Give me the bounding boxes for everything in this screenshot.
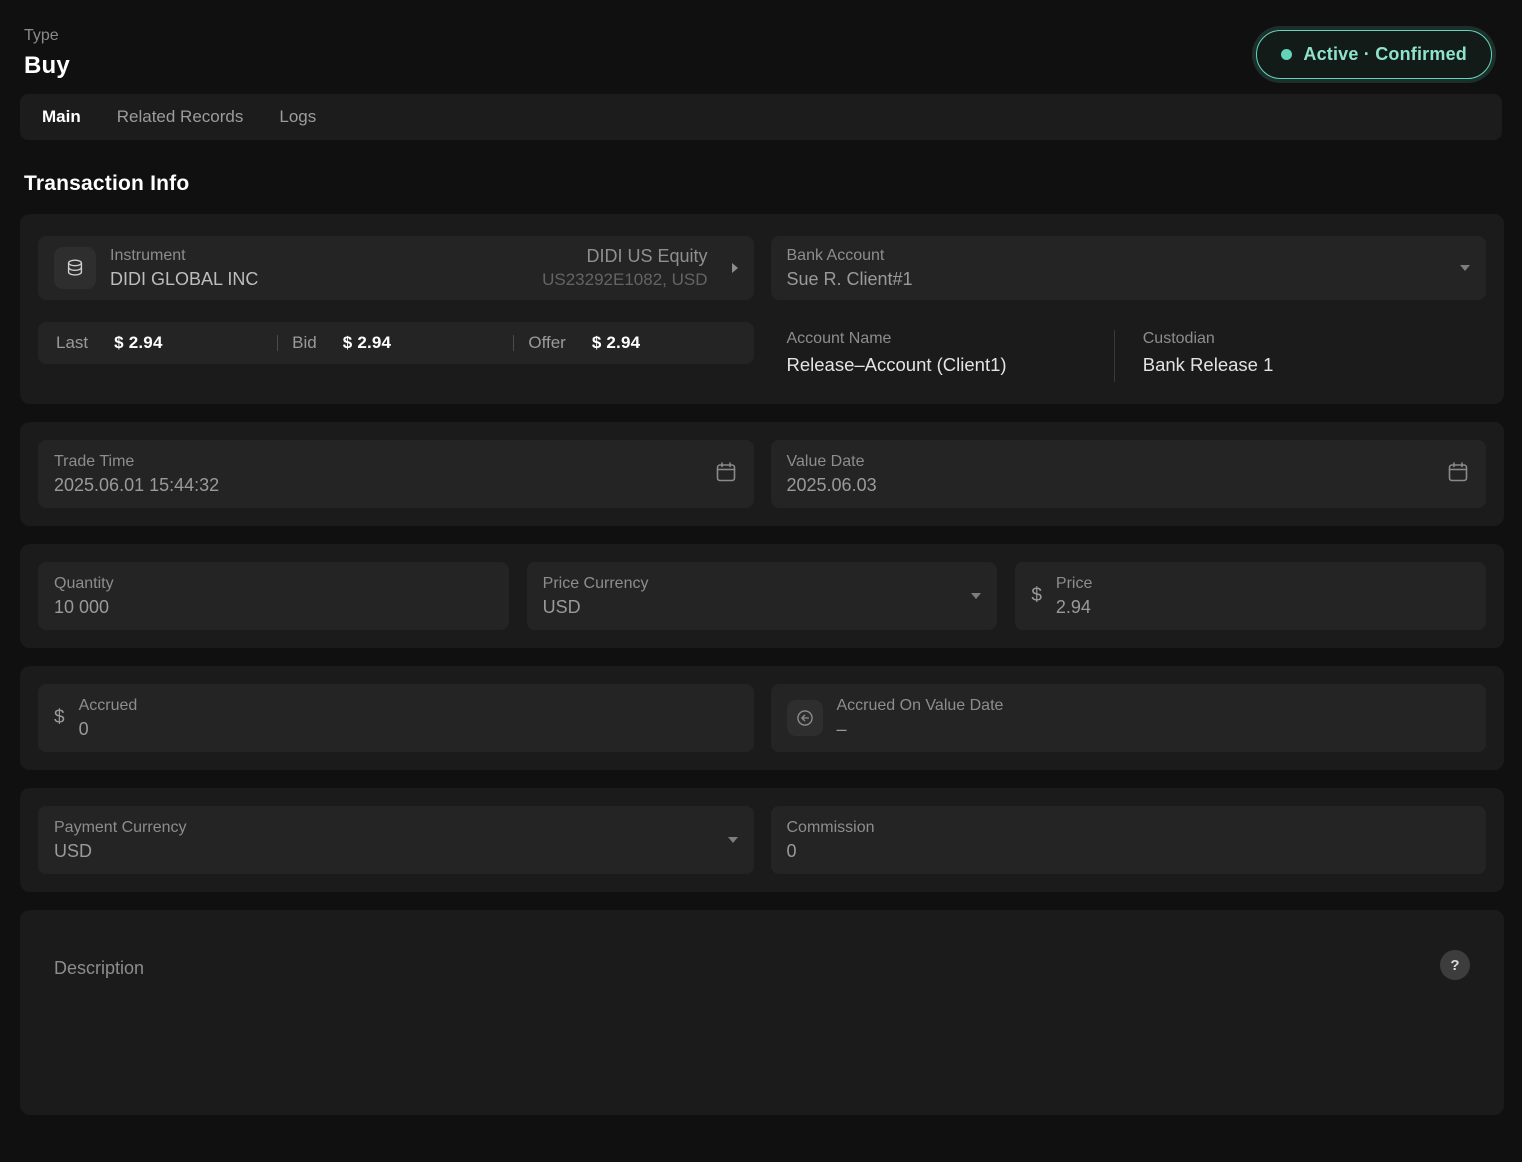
status-badge[interactable]: Active · Confirmed [1256,30,1492,79]
vertical-divider [1114,330,1115,382]
type-value: Buy [24,52,70,80]
payment-card: Payment Currency USD Commission 0 [20,788,1504,892]
bid-label: Bid [292,333,317,353]
instrument-ticker-block: DIDI US Equity US23292E1082, USD [542,246,707,290]
tab-logs[interactable]: Logs [279,107,316,127]
description-field[interactable]: Description ? [20,910,1504,1115]
accrued-on-value-date-field[interactable]: Accrued On Value Date – [771,684,1487,752]
dollar-icon: $ [1031,585,1042,607]
chevron-right-icon [732,263,738,273]
coins-icon [54,247,96,289]
price-currency-label: Price Currency [543,574,649,593]
instrument-bank-card: Instrument DIDI GLOBAL INC DIDI US Equit… [20,214,1504,404]
bank-account-label: Bank Account [787,246,913,265]
section-title: Transaction Info [24,172,1498,196]
accrued-card: $ Accrued 0 Accrued On Value Date – [20,666,1504,770]
last-value: $ 2.94 [114,333,162,353]
instrument-field[interactable]: Instrument DIDI GLOBAL INC DIDI US Equit… [38,236,754,300]
market-quotes-row: Last $ 2.94 Bid $ 2.94 Offer $ 2.94 [38,322,754,364]
instrument-ticker: DIDI US Equity [542,246,707,267]
account-name-block: Account Name Release–Account (Client1) [787,330,1114,376]
status-badge-label: Active · Confirmed [1303,44,1467,65]
type-label: Type [24,26,70,46]
bid-quote: Bid $ 2.94 [278,333,513,353]
price-field[interactable]: $ Price 2.94 [1015,562,1486,630]
accrued-on-value-date-value: – [837,718,1004,740]
offer-label: Offer [528,333,565,353]
page-header: Type Buy Active · Confirmed [0,0,1522,94]
payment-currency-value: USD [54,840,187,862]
chevron-down-icon [728,837,738,843]
bank-account-select[interactable]: Bank Account Sue R. Client#1 [771,236,1487,300]
tab-main[interactable]: Main [42,107,81,127]
offer-value: $ 2.94 [592,333,640,353]
instrument-label: Instrument [110,246,258,265]
description-label: Description [54,958,144,979]
custodian-label: Custodian [1143,330,1470,348]
calendar-icon[interactable] [714,460,738,489]
calendar-icon[interactable] [1446,460,1470,489]
commission-value: 0 [787,840,875,862]
last-label: Last [56,333,88,353]
instrument-column: Instrument DIDI GLOBAL INC DIDI US Equit… [38,236,754,382]
trade-time-label: Trade Time [54,452,219,471]
payment-currency-label: Payment Currency [54,818,187,837]
bank-account-value: Sue R. Client#1 [787,268,913,290]
type-block: Type Buy [24,26,70,80]
price-currency-select[interactable]: Price Currency USD [527,562,998,630]
bid-value: $ 2.94 [343,333,391,353]
transaction-page: Type Buy Active · Confirmed Main Related… [0,0,1522,1162]
instrument-identifier: US23292E1082, USD [542,270,707,290]
accrued-on-value-date-label: Accrued On Value Date [837,696,1004,715]
quantity-price-card: Quantity 10 000 Price Currency USD $ Pri… [20,544,1504,648]
price-currency-value: USD [543,596,649,618]
circle-arrow-icon [787,700,823,736]
custodian-value: Bank Release 1 [1143,354,1470,376]
tab-related-records[interactable]: Related Records [117,107,244,127]
payment-currency-select[interactable]: Payment Currency USD [38,806,754,874]
account-name-label: Account Name [787,330,1114,348]
accrued-value: 0 [79,718,138,740]
bank-account-column: Bank Account Sue R. Client#1 Account Nam… [771,236,1487,382]
commission-field[interactable]: Commission 0 [771,806,1487,874]
chevron-down-icon [1460,265,1470,271]
trade-time-value: 2025.06.01 15:44:32 [54,474,219,496]
quantity-value: 10 000 [54,596,114,618]
price-value: 2.94 [1056,596,1092,618]
value-date-label: Value Date [787,452,877,471]
tab-bar: Main Related Records Logs [20,94,1502,140]
value-date-value: 2025.06.03 [787,474,877,496]
dollar-icon: $ [54,707,65,729]
accrued-field[interactable]: $ Accrued 0 [38,684,754,752]
dates-card: Trade Time 2025.06.01 15:44:32 Value Dat… [20,422,1504,526]
custodian-block: Custodian Bank Release 1 [1143,330,1470,376]
status-dot-icon [1281,49,1292,60]
offer-quote: Offer $ 2.94 [514,333,749,353]
account-name-value: Release–Account (Client1) [787,354,1114,376]
chevron-down-icon [971,593,981,599]
commission-label: Commission [787,818,875,837]
value-date-field[interactable]: Value Date 2025.06.03 [771,440,1487,508]
account-details-row: Account Name Release–Account (Client1) C… [771,330,1487,382]
quantity-label: Quantity [54,574,114,593]
quantity-field[interactable]: Quantity 10 000 [38,562,509,630]
trade-time-field[interactable]: Trade Time 2025.06.01 15:44:32 [38,440,754,508]
accrued-label: Accrued [79,696,138,715]
help-icon[interactable]: ? [1440,950,1470,980]
price-label: Price [1056,574,1092,593]
instrument-name: DIDI GLOBAL INC [110,268,258,290]
last-quote: Last $ 2.94 [42,333,277,353]
